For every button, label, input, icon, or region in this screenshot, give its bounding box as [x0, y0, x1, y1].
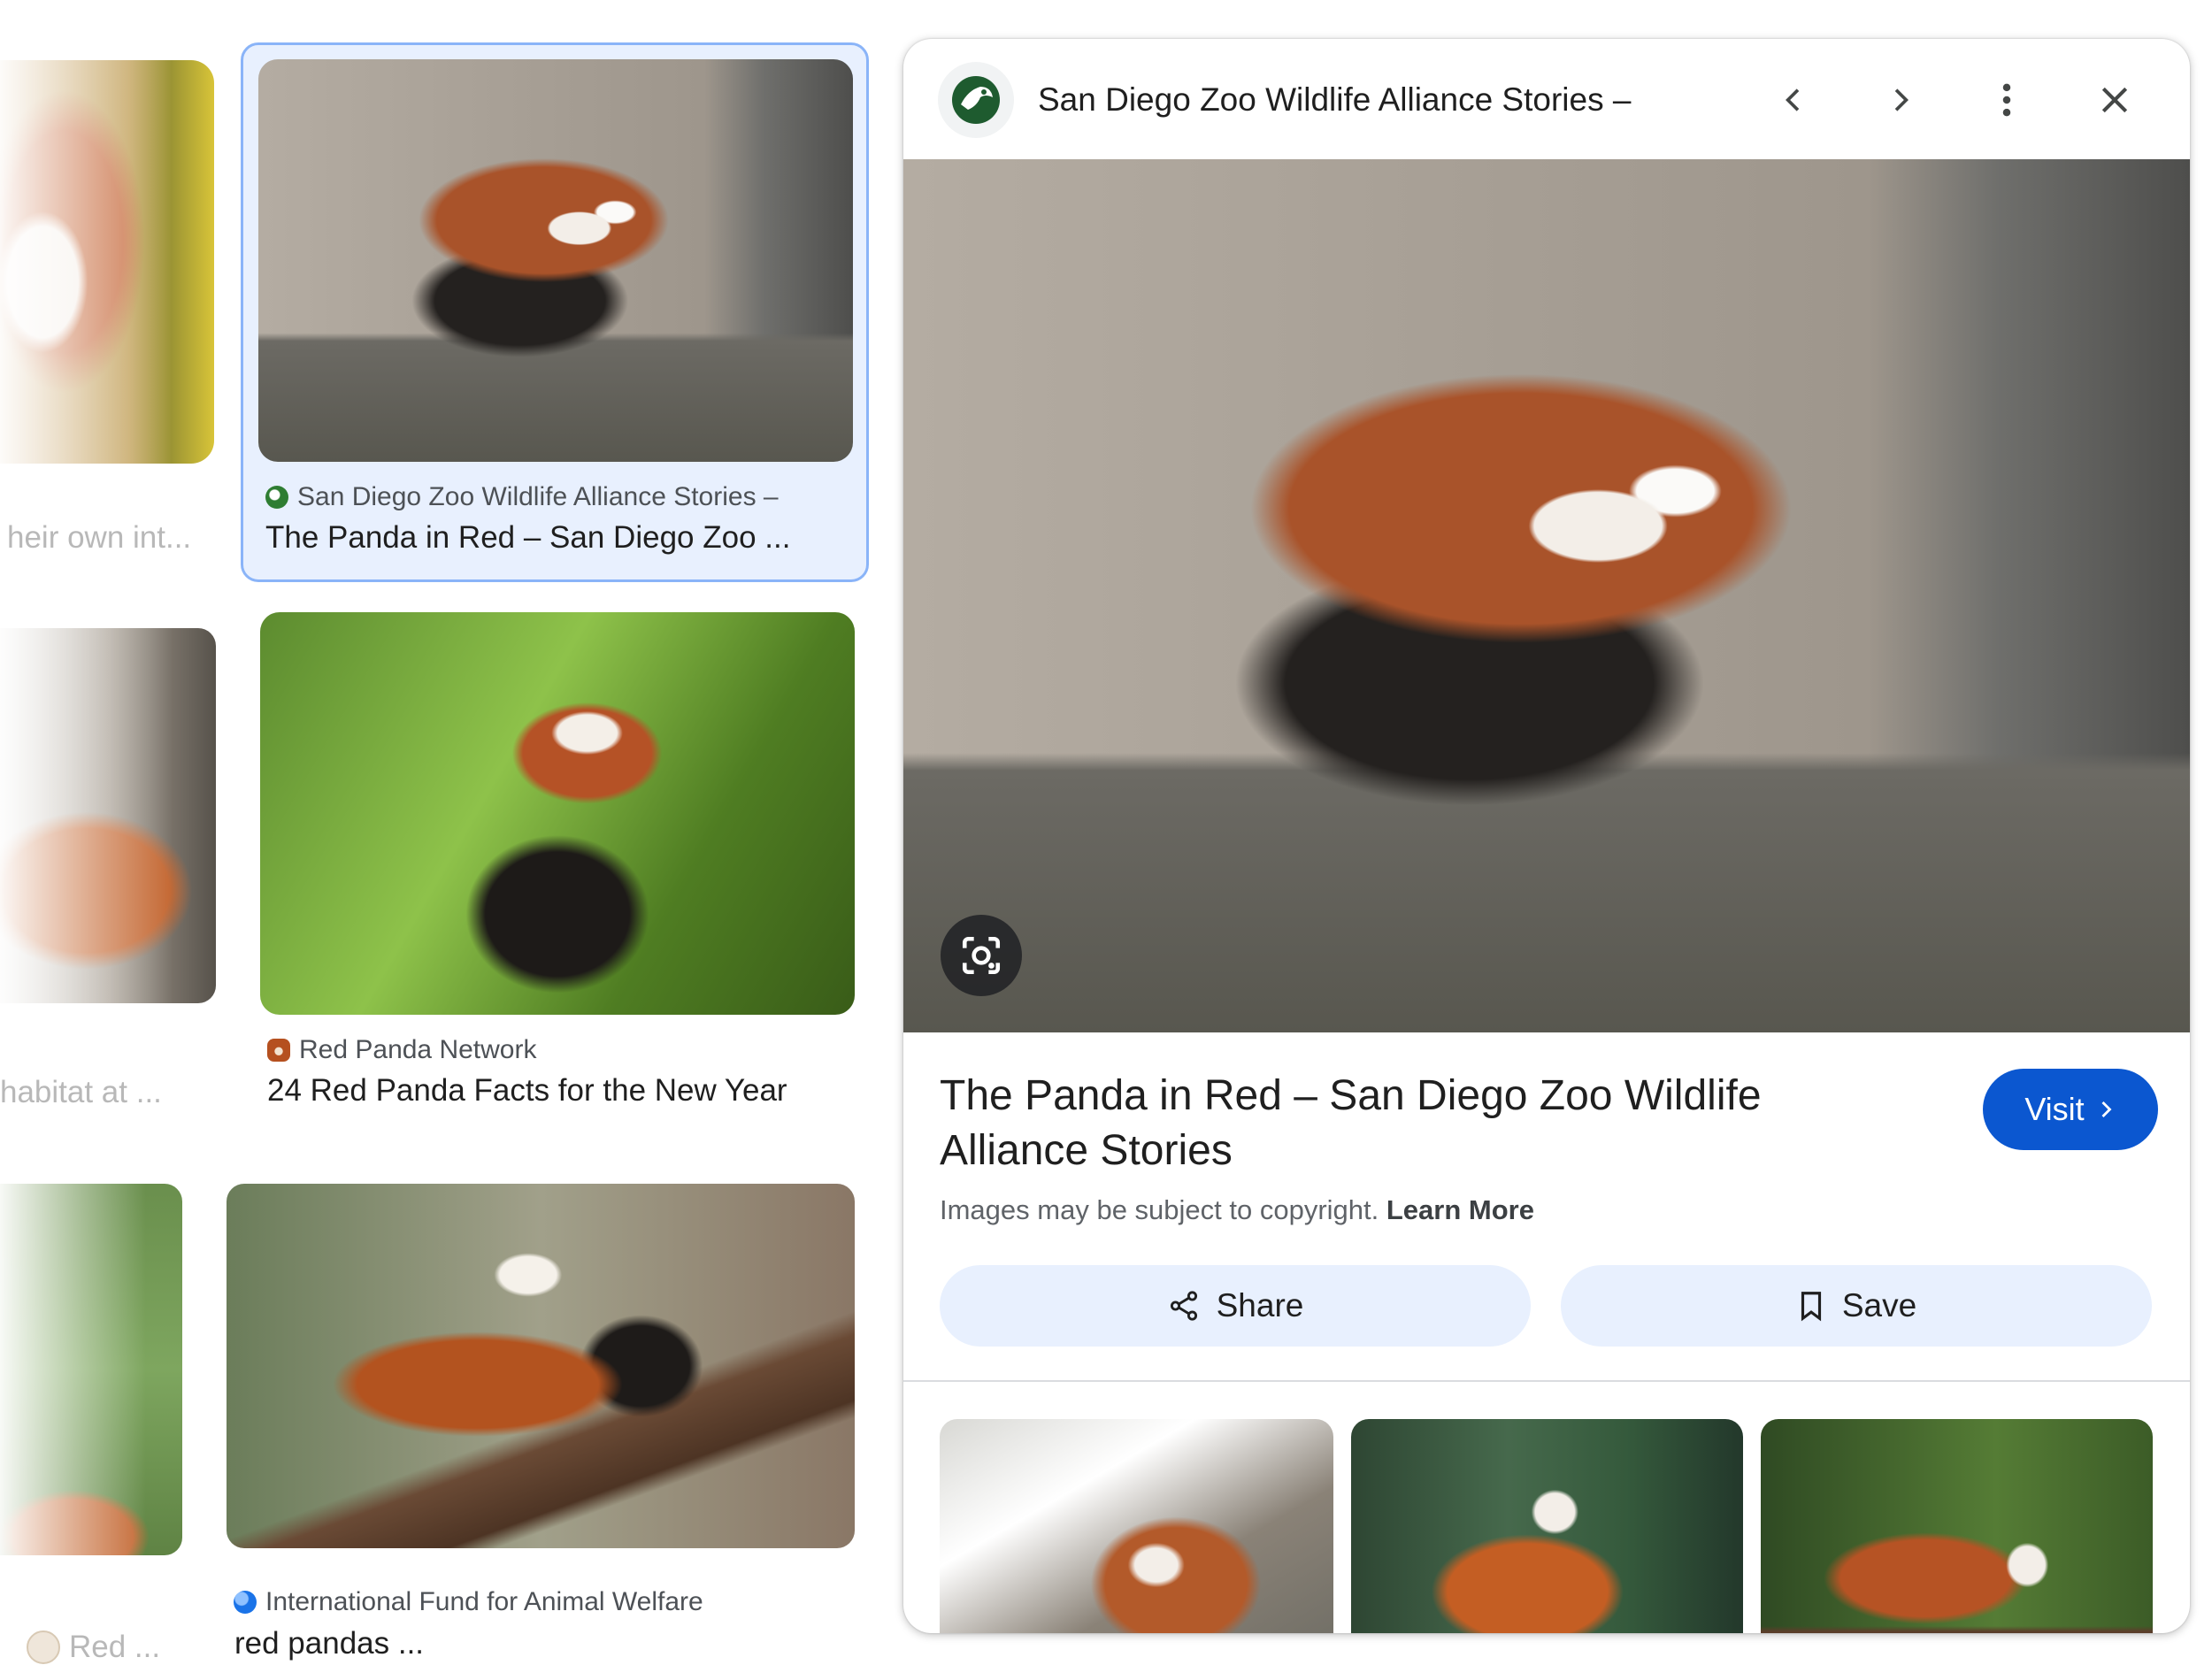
share-label: Share — [1216, 1287, 1304, 1324]
sdzwa-logo-icon — [952, 76, 1000, 124]
result-source-rpn: Red Panda Network — [267, 1035, 536, 1065]
learn-more-link[interactable]: Learn More — [1386, 1194, 1534, 1225]
result-title-col1-3[interactable]: Red ... — [69, 1630, 160, 1665]
close-icon — [2101, 87, 2128, 113]
related-image-2[interactable] — [1351, 1419, 1743, 1633]
panda-favicon-icon — [27, 1630, 60, 1664]
result-image-col1-2[interactable] — [0, 628, 216, 1003]
result-title-col1-1[interactable]: heir own int... — [7, 520, 191, 556]
next-button[interactable] — [1870, 69, 1932, 131]
result-image-sdzwa[interactable] — [258, 59, 853, 462]
result-title-sdzwa[interactable]: The Panda in Red – San Diego Zoo ... — [265, 520, 849, 556]
image-preview-panel: San Diego Zoo Wildlife Alliance Stories … — [903, 39, 2190, 1633]
source-logo[interactable] — [938, 62, 1014, 138]
sdzwa-favicon-icon — [265, 486, 288, 509]
save-label: Save — [1841, 1287, 1917, 1324]
visit-button[interactable]: Visit — [1983, 1069, 2158, 1150]
visual-search-button[interactable] — [941, 915, 1022, 996]
copyright-notice: Images may be subject to copyright. Lear… — [940, 1194, 1534, 1225]
visit-button-label: Visit — [2024, 1091, 2085, 1127]
result-source-ifaw: International Fund for Animal Welfare — [234, 1587, 703, 1617]
previous-button[interactable] — [1763, 69, 1824, 131]
preview-image[interactable] — [903, 159, 2190, 1032]
chevron-right-icon — [1894, 88, 1909, 111]
result-image-ifaw[interactable] — [227, 1184, 855, 1548]
result-title-rpn[interactable]: 24 Red Panda Facts for the New Year — [267, 1073, 869, 1109]
share-button[interactable]: Share — [940, 1265, 1531, 1347]
share-icon — [1170, 1291, 1197, 1321]
chevron-left-icon — [1786, 88, 1800, 111]
result-title-col1-2[interactable]: habitat at ... — [0, 1075, 162, 1110]
panel-source-title[interactable]: San Diego Zoo Wildlife Alliance Stories … — [1038, 81, 1631, 119]
google-lens-icon — [962, 936, 1001, 975]
image-page-title[interactable]: The Panda in Red – San Diego Zoo Wildlif… — [940, 1069, 1869, 1178]
globe-favicon-icon — [234, 1591, 257, 1614]
red-panda-favicon-icon — [267, 1039, 290, 1062]
result-image-rpn[interactable] — [260, 612, 855, 1015]
save-button[interactable]: Save — [1561, 1265, 2152, 1347]
section-divider — [903, 1380, 2190, 1382]
result-title-ifaw[interactable]: red pandas ... — [234, 1626, 854, 1661]
result-image-col1-3[interactable] — [0, 1184, 182, 1555]
result-source-col1-3: Red ... — [27, 1630, 160, 1665]
result-image-col1-1[interactable] — [0, 60, 214, 464]
result-source-sdzwa: San Diego Zoo Wildlife Alliance Stories … — [265, 482, 779, 512]
related-image-1[interactable] — [940, 1419, 1333, 1633]
more-options-button[interactable] — [1976, 69, 2038, 131]
close-button[interactable] — [2084, 69, 2146, 131]
bookmark-icon — [1801, 1292, 1821, 1322]
related-image-3[interactable] — [1761, 1419, 2153, 1633]
chevron-right-icon — [2101, 1101, 2112, 1117]
more-vert-icon — [2002, 83, 2011, 117]
